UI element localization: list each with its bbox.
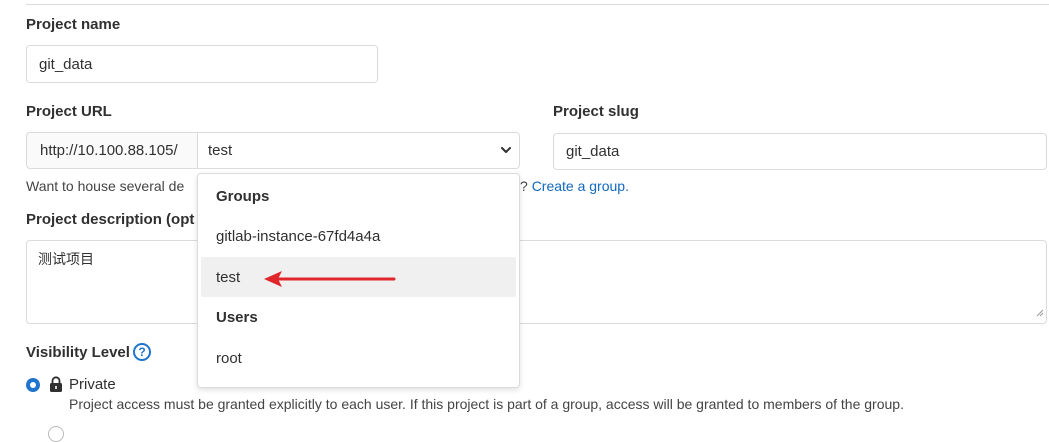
visibility-level-label: Visibility Level <box>26 344 130 361</box>
project-slug-input[interactable]: git_data <box>553 133 1047 170</box>
dropdown-users-header: Users <box>216 309 258 326</box>
group-help-text-start: Want to house several de <box>26 178 185 194</box>
chevron-down-icon <box>499 143 513 161</box>
namespace-select[interactable]: test <box>197 132 520 169</box>
url-prefix: http://10.100.88.105/ <box>26 132 197 169</box>
project-slug-value: git_data <box>566 143 620 160</box>
dropdown-groups-header: Groups <box>216 188 270 205</box>
project-name-label: Project name <box>26 16 121 33</box>
namespace-selected-value: test <box>208 142 233 159</box>
url-prefix-text: http://10.100.88.105/ <box>40 142 178 159</box>
private-radio[interactable] <box>26 378 40 392</box>
question-circle-icon[interactable]: ? <box>133 343 151 361</box>
top-divider <box>26 4 1049 5</box>
project-description-textarea[interactable]: 测试项目 <box>26 240 1047 324</box>
resize-grip-icon[interactable] <box>1035 305 1044 321</box>
project-slug-label: Project slug <box>553 103 639 120</box>
private-description: Project access must be granted explicitl… <box>69 396 904 412</box>
project-name-input[interactable]: git_data <box>26 45 378 83</box>
group-help-text-end: ? Create a group. <box>520 178 629 194</box>
lock-icon <box>49 376 63 398</box>
project-url-label: Project URL <box>26 103 112 120</box>
project-description-value: 测试项目 <box>38 252 94 268</box>
dropdown-item-root[interactable]: root <box>216 350 242 367</box>
group-help-suffix: ? <box>520 178 532 194</box>
red-arrow-icon <box>264 271 396 287</box>
dropdown-item-gitlab-instance[interactable]: gitlab-instance-67fd4a4a <box>216 228 380 245</box>
create-group-link[interactable]: Create a group. <box>532 178 629 194</box>
project-description-label: Project description (opt <box>26 211 195 228</box>
dropdown-item-test[interactable]: test <box>216 269 240 286</box>
internal-radio[interactable] <box>48 426 64 442</box>
private-label: Private <box>69 376 116 393</box>
project-name-value: git_data <box>39 55 93 73</box>
